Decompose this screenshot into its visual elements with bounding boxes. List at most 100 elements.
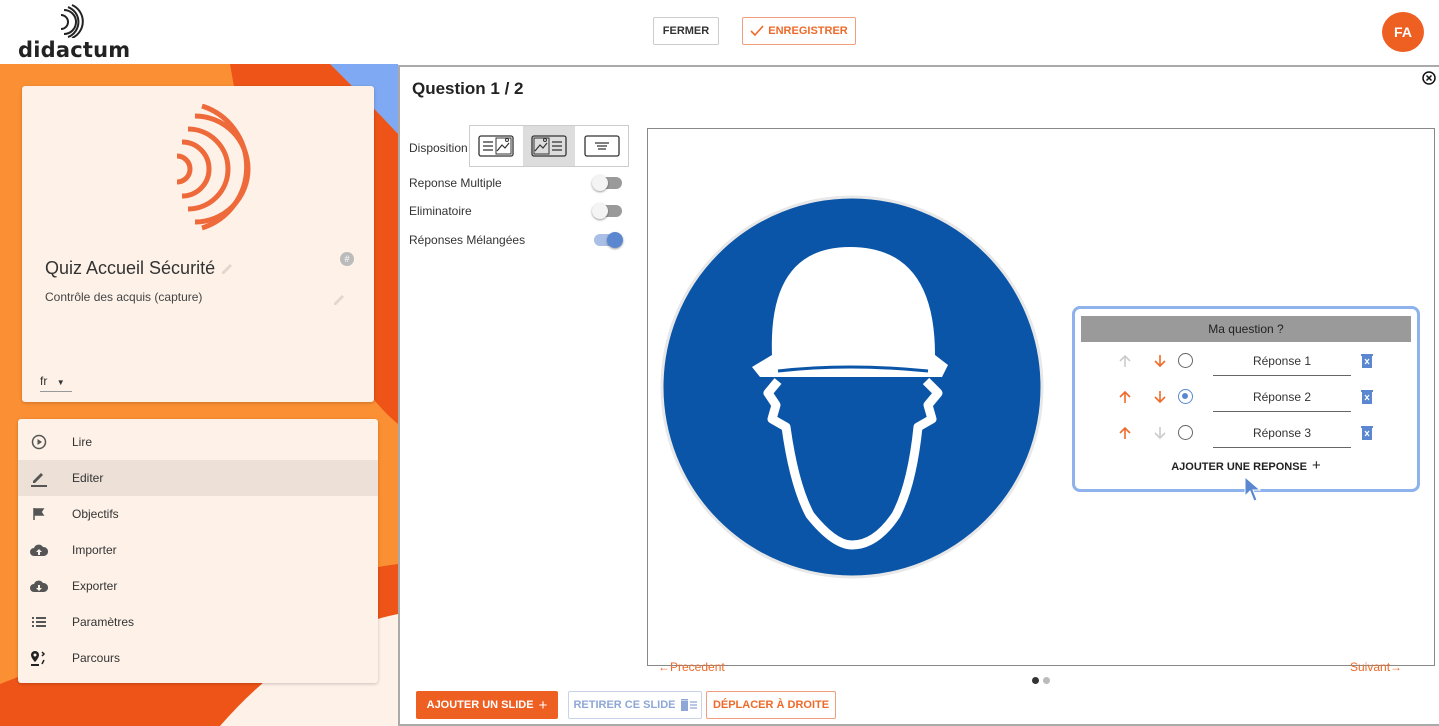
close-button[interactable]: FERMER [653,17,719,45]
sidebar-item-lire[interactable]: Lire [18,424,378,460]
arrow-up-icon [1119,354,1131,367]
layout-text-image-icon [478,135,514,157]
layout-text-only-icon [584,135,620,157]
arrow-up-icon[interactable] [1118,390,1132,404]
save-label: ENREGISTRER [768,25,848,37]
sidebar-item-objectifs[interactable]: Objectifs [18,496,378,532]
didactum-waves-icon [176,104,251,231]
shuffled-answers-label: Réponses Mélangées [409,233,526,247]
route-icon [19,650,59,666]
multiple-answer-toggle[interactable] [592,175,622,191]
slide-preview: Ma question ? Réponse 1 Réponse 2 Répons… [647,128,1435,666]
question-title: Question 1 / 2 [412,79,524,98]
next-label: Suivant [1350,660,1391,674]
answer-radio[interactable] [1178,353,1193,368]
answer-text[interactable]: Réponse 2 [1213,382,1351,412]
disposition-label: Disposition [409,141,468,155]
sidebar-item-label: Paramètres [72,615,135,629]
close-panel-icon[interactable] [1422,71,1436,85]
question-box: Ma question ? Réponse 1 Réponse 2 Répons… [1072,306,1420,492]
arrow-down-icon [1154,427,1166,440]
pagination-dot[interactable] [1043,677,1050,684]
move-right-button[interactable]: DÉPLACER À DROITE [706,691,836,719]
answer-row: Réponse 2 [1081,382,1411,412]
quiz-card: Quiz Accueil Sécurité # Contrôle des acq… [22,86,374,402]
mouse-cursor-icon [1244,476,1262,502]
delete-list-icon [680,699,697,711]
sidebar-item-parametres[interactable]: Paramètres [18,604,378,640]
save-button[interactable]: ENREGISTRER [742,17,856,45]
next-slide-link[interactable]: Suivant→ [1350,660,1402,674]
layout-image-text-button[interactable] [522,126,576,166]
flag-icon [19,507,59,521]
previous-slide-link[interactable]: ←Precedent [658,660,725,674]
layout-text-only-button[interactable] [575,126,628,166]
layout-selector [469,125,629,167]
hard-hat-sign-image[interactable] [660,195,1044,579]
cloud-upload-icon [19,543,59,557]
arrow-right-icon: → [1390,660,1403,674]
pencil-icon [19,469,59,487]
trash-icon[interactable] [1361,353,1373,368]
sidebar-item-label: Editer [72,471,104,485]
logo-text: didactum [18,38,131,62]
eliminatory-toggle[interactable] [592,203,622,219]
sidebar-item-label: Parcours [72,651,121,665]
trash-icon[interactable] [1361,389,1373,404]
previous-label: Precedent [670,660,725,674]
edit-title-icon[interactable] [221,263,233,275]
sidebar-item-editer[interactable]: Editer [18,460,378,496]
quiz-subtitle[interactable]: Contrôle des acquis (capture) [45,290,202,304]
play-circle-icon [19,434,59,450]
answer-radio[interactable] [1178,389,1193,404]
edit-subtitle-icon[interactable] [333,294,345,306]
trash-icon[interactable] [1361,425,1373,440]
multiple-answer-label: Reponse Multiple [409,176,502,190]
sidebar-item-label: Objectifs [72,507,119,521]
logo-waves-icon [60,4,84,38]
shuffled-answers-toggle[interactable] [594,232,623,248]
add-slide-label: AJOUTER UN SLIDE [426,699,534,711]
chevron-down-icon: ▼ [56,378,65,387]
sidebar-item-importer[interactable]: Importer [18,532,378,568]
check-icon [750,25,764,37]
answer-row: Réponse 3 [1081,418,1411,448]
answer-radio[interactable] [1178,425,1193,440]
sidebar-item-label: Lire [72,435,93,449]
user-avatar[interactable]: FA [1382,12,1424,52]
remove-slide-button[interactable]: RETIRER CE SLIDE [568,691,702,719]
pagination-dot[interactable] [1032,677,1039,684]
sidebar-item-label: Exporter [72,579,118,593]
list-icon [19,616,59,628]
add-slide-button[interactable]: AJOUTER UN SLIDE + [416,691,558,719]
slide-pagination [1032,677,1050,684]
plus-icon: + [538,696,548,714]
answer-text[interactable]: Réponse 1 [1213,346,1351,376]
sidebar-item-exporter[interactable]: Exporter [18,568,378,604]
plus-icon: + [1312,457,1321,474]
add-answer-label: AJOUTER UNE REPONSE [1171,461,1307,473]
hashtag-badge[interactable]: # [340,252,354,266]
sidebar-item-parcours[interactable]: Parcours [18,640,378,676]
question-editor-panel: Question 1 / 2 Disposition Reponse Multi… [398,65,1439,726]
question-header[interactable]: Ma question ? [1081,316,1411,342]
eliminatory-label: Eliminatoire [409,204,472,218]
arrow-down-icon[interactable] [1153,390,1167,404]
sidebar-menu: Lire Editer Objectifs Importer Exporter … [18,419,378,683]
cloud-download-icon [19,579,59,593]
remove-slide-label: RETIRER CE SLIDE [573,699,676,711]
language-select[interactable]: fr ▼ [40,374,72,392]
arrow-down-icon[interactable] [1153,354,1167,368]
arrow-left-icon: ← [658,660,670,674]
quiz-title[interactable]: Quiz Accueil Sécurité [45,258,215,279]
language-value: fr [40,374,48,388]
top-bar: didactum FERMER ENREGISTRER FA [0,0,1439,64]
answer-text[interactable]: Réponse 3 [1213,418,1351,448]
sidebar-item-label: Importer [72,543,117,557]
answer-row: Réponse 1 [1081,346,1411,376]
add-answer-button[interactable]: AJOUTER UNE REPONSE + [1075,457,1417,474]
layout-text-image-button[interactable] [470,126,523,166]
layout-image-text-icon [531,135,567,157]
didactum-logo[interactable]: didactum [18,4,131,62]
arrow-up-icon[interactable] [1118,426,1132,440]
